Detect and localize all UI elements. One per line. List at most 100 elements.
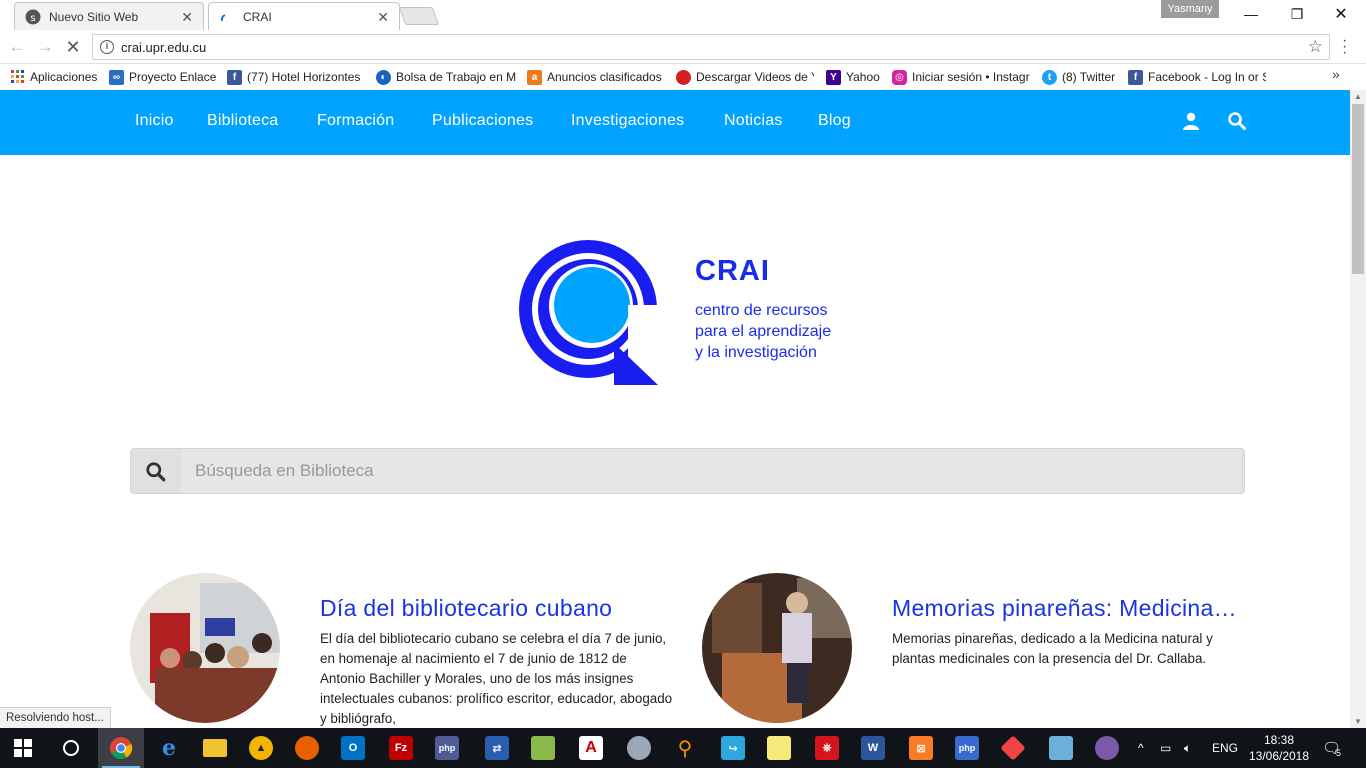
acrobat-taskbar-icon[interactable]: ⎈ (804, 728, 850, 768)
post-photo[interactable] (702, 573, 852, 723)
network-taskbar-icon[interactable]: ⇄ (474, 728, 520, 768)
search-icon[interactable] (1227, 111, 1247, 131)
address-bar[interactable]: i crai.upr.edu.cu ☆ (92, 34, 1330, 60)
clock-date: 13/06/2018 (1248, 749, 1310, 763)
cortana-search-icon[interactable] (48, 728, 94, 768)
stop-loading-icon[interactable]: ✕ (62, 36, 84, 58)
php-designer-taskbar-icon[interactable]: php (944, 728, 990, 768)
scrollbar-thumb[interactable] (1352, 104, 1364, 274)
crai-logo-icon (519, 240, 658, 385)
bookmark-yahoo[interactable]: Y Yahoo (826, 68, 884, 86)
sticky-notes-taskbar-icon[interactable] (756, 728, 802, 768)
bookmark-instagram[interactable]: ◎ Iniciar sesión • Instagr (892, 68, 1030, 86)
tab-crai[interactable]: CRAI ✕ (208, 2, 400, 30)
restore-icon[interactable]: ❐ (1274, 0, 1320, 28)
bookmark-label: Proyecto Enlace (129, 70, 217, 84)
volume-icon[interactable]: 🔈︎ (1184, 728, 1191, 768)
yahoo-icon: Y (826, 69, 841, 85)
site-navbar: Inicio Biblioteca Formación Publicacione… (0, 90, 1350, 155)
library-search (130, 448, 1245, 494)
notifications-icon[interactable]: 🗨︎ 5 (1322, 728, 1341, 768)
notification-count-badge: 5 (1336, 748, 1342, 758)
nav-publicaciones[interactable]: Publicaciones (432, 112, 533, 130)
bookmarks-bar: Aplicaciones ∞ Proyecto Enlace f (77) Ho… (0, 64, 1366, 90)
nav-investigaciones[interactable]: Investigaciones (571, 112, 684, 130)
tab-close-icon[interactable]: ✕ (181, 9, 193, 26)
windows-start-icon[interactable] (0, 728, 46, 768)
tab-title: Nuevo Sitio Web (49, 9, 139, 24)
browser-toolbar: ← → ✕ i crai.upr.edu.cu ☆ · · · (0, 30, 1366, 64)
facebook-icon: f (227, 69, 242, 85)
library-search-input[interactable] (181, 449, 1241, 493)
chrome-taskbar-icon[interactable] (98, 728, 144, 768)
forward-arrow-icon[interactable]: → (34, 36, 56, 58)
edge-taskbar-icon[interactable]: e (146, 728, 192, 768)
page-content: CRAI centro de recursos para el aprendiz… (0, 155, 1350, 728)
xampp-taskbar-icon[interactable]: ⊠ (898, 728, 944, 768)
show-hidden-icons-chevron-icon[interactable]: ^ (1138, 728, 1144, 768)
git-taskbar-icon[interactable] (990, 728, 1036, 768)
brand-block: CRAI centro de recursos para el aprendiz… (695, 255, 831, 363)
post-title[interactable]: Memorias pinareñas: Medicina natural y p… (892, 595, 1242, 622)
more-bookmarks-chevron-icon[interactable]: » (1332, 66, 1340, 82)
bookmark-descargar-videos[interactable]: Descargar Videos de Y (676, 68, 814, 86)
nav-inicio[interactable]: Inicio (135, 112, 174, 130)
nav-blog[interactable]: Blog (818, 112, 851, 130)
remote-desktop-taskbar-icon[interactable]: ↪ (710, 728, 756, 768)
back-arrow-icon[interactable]: ← (6, 36, 28, 58)
bookmark-facebook[interactable]: f Facebook - Log In or S (1128, 68, 1266, 86)
tab-title: CRAI (243, 9, 272, 24)
bookmark-proyecto-enlace[interactable]: ∞ Proyecto Enlace (109, 68, 219, 86)
tab-close-icon[interactable]: ✕ (377, 9, 389, 26)
php-taskbar-icon[interactable]: php (424, 728, 470, 768)
post-title[interactable]: Día del bibliotecario cubano (320, 595, 670, 622)
bookmark-label: Facebook - Log In or S (1148, 70, 1266, 84)
network-tray-icon[interactable]: ▭ (1160, 728, 1171, 768)
chrome-menu-icon[interactable]: · · · (1342, 33, 1347, 61)
minimize-icon[interactable]: — (1228, 0, 1274, 28)
autocad-taskbar-icon[interactable]: A (568, 728, 614, 768)
symfony-favicon-icon: s (25, 9, 41, 25)
profile-badge[interactable]: Yasmany (1161, 0, 1219, 18)
search-tool-taskbar-icon[interactable]: ⚲ (662, 728, 708, 768)
scroll-down-icon[interactable]: ▼ (1354, 717, 1362, 726)
filezilla-taskbar-icon[interactable]: Fz (378, 728, 424, 768)
new-tab-button[interactable] (398, 7, 440, 25)
close-window-icon[interactable]: ✕ (1318, 0, 1364, 28)
pgadmin-taskbar-icon[interactable] (1084, 728, 1130, 768)
bookmark-anuncios-clasificados[interactable]: a Anuncios clasificados (527, 68, 662, 86)
file-explorer-icon[interactable] (192, 728, 238, 768)
language-indicator[interactable]: ENG (1212, 728, 1238, 768)
java-taskbar-icon[interactable]: ▲ (238, 728, 284, 768)
nav-biblioteca[interactable]: Biblioteca (207, 112, 278, 130)
notes-taskbar-icon[interactable] (520, 728, 566, 768)
tagline-line-3: y la investigación (695, 344, 817, 361)
globe-icon: ◐ (376, 69, 391, 85)
nav-formacion[interactable]: Formación (317, 112, 394, 130)
explorer-app-taskbar-icon[interactable] (1038, 728, 1084, 768)
user-icon[interactable] (1181, 111, 1201, 131)
nav-noticias[interactable]: Noticias (724, 112, 783, 130)
brand-tagline: centro de recursos para el aprendizaje y… (695, 300, 831, 363)
clock-time: 18:38 (1263, 733, 1295, 747)
tab-nuevo-sitio-web[interactable]: s Nuevo Sitio Web ✕ (14, 2, 204, 30)
bookmark-hotel-horizontes[interactable]: f (77) Hotel Horizontes (227, 68, 364, 86)
firefox-taskbar-icon[interactable] (284, 728, 330, 768)
site-info-icon[interactable]: i (100, 40, 114, 54)
bookmark-bolsa-de-trabajo[interactable]: ◐ Bolsa de Trabajo en M (376, 68, 516, 86)
scanner-taskbar-icon[interactable] (616, 728, 662, 768)
scroll-up-icon[interactable]: ▲ (1354, 92, 1362, 101)
system-clock[interactable]: 18:38 13/06/2018 (1246, 732, 1312, 764)
vertical-scrollbar[interactable]: ▲ ▼ (1350, 90, 1366, 728)
post-photo[interactable] (130, 573, 280, 723)
status-bubble: Resolviendo host... (0, 707, 111, 728)
search-icon[interactable] (145, 461, 167, 483)
word-taskbar-icon[interactable]: W (850, 728, 896, 768)
bookmark-star-icon[interactable]: ☆ (1308, 37, 1323, 57)
outlook-taskbar-icon[interactable]: O (330, 728, 376, 768)
bookmark-twitter[interactable]: t (8) Twitter (1042, 68, 1122, 86)
brand-name: CRAI (695, 255, 770, 287)
url-text[interactable]: crai.upr.edu.cu (121, 40, 206, 55)
bookmark-apps[interactable]: Aplicaciones (10, 68, 102, 86)
loading-spinner-icon (219, 9, 235, 25)
